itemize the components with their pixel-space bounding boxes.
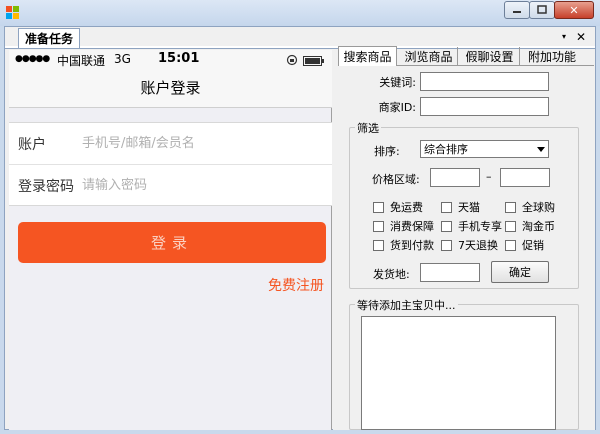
checkbox-box[interactable] bbox=[373, 201, 384, 213]
ship-from-input[interactable] bbox=[420, 263, 480, 282]
status-time: 15:01 bbox=[158, 51, 200, 66]
tab-label: 假聊设置 bbox=[465, 49, 514, 64]
filter-legend: 筛选 bbox=[355, 120, 381, 136]
tab-fake-chat-settings[interactable]: 假聊设置 bbox=[460, 47, 520, 65]
checkbox-taojinbi[interactable]: 淘金币 bbox=[505, 218, 555, 234]
checkbox-label: 手机专享 bbox=[458, 220, 502, 233]
checkbox-label: 7天退换 bbox=[458, 239, 498, 252]
maximize-icon bbox=[537, 5, 547, 14]
checkbox-tmall[interactable]: 天猫 bbox=[441, 199, 480, 215]
checkbox-box[interactable] bbox=[441, 239, 452, 251]
password-input[interactable] bbox=[82, 174, 322, 196]
tab-label: 附加功能 bbox=[527, 49, 576, 64]
account-label: 账户 bbox=[18, 137, 46, 153]
checkbox-7day-return[interactable]: 7天退换 bbox=[441, 237, 498, 253]
keyword-label: 关键词: bbox=[379, 76, 416, 89]
checkbox-mobile-exclusive[interactable]: 手机专享 bbox=[441, 218, 502, 234]
waiting-list[interactable] bbox=[361, 316, 556, 430]
account-input[interactable] bbox=[82, 132, 322, 154]
checkbox-label: 促销 bbox=[522, 239, 544, 252]
checkbox-box[interactable] bbox=[505, 220, 516, 232]
tab-browse-products[interactable]: 浏览商品 bbox=[400, 47, 458, 65]
tab-extra-features[interactable]: 附加功能 bbox=[522, 47, 582, 65]
document-menu-icon[interactable]: ▾ bbox=[562, 32, 574, 42]
checkbox-promotion[interactable]: 促销 bbox=[505, 237, 544, 253]
checkbox-box[interactable] bbox=[505, 239, 516, 251]
checkbox-box[interactable] bbox=[441, 220, 452, 232]
password-label: 登录密码 bbox=[18, 179, 74, 195]
carrier-name: 中国联通 bbox=[57, 54, 106, 68]
checkbox-box[interactable] bbox=[373, 220, 384, 232]
checkbox-box[interactable] bbox=[441, 201, 452, 213]
checkbox-box[interactable] bbox=[373, 239, 384, 251]
confirm-button-label: 确定 bbox=[509, 266, 531, 279]
checkbox-label: 天猫 bbox=[458, 201, 480, 214]
signal-strength-icon: ●●●●● bbox=[15, 54, 50, 64]
keyword-input[interactable] bbox=[420, 72, 549, 91]
checkbox-label: 淘金币 bbox=[522, 220, 555, 233]
shop-id-input[interactable] bbox=[420, 97, 549, 116]
price-max-input[interactable] bbox=[500, 168, 550, 187]
minimize-icon bbox=[513, 11, 521, 13]
checkbox-label: 货到付款 bbox=[390, 239, 434, 252]
checkbox-free-shipping[interactable]: 免运费 bbox=[373, 199, 423, 215]
tab-label: 准备任务 bbox=[24, 32, 73, 46]
login-button[interactable]: 登录 bbox=[18, 222, 326, 263]
ship-from-label: 发货地: bbox=[373, 268, 410, 281]
document-close-icon[interactable]: ✕ bbox=[576, 30, 590, 44]
price-range-label: 价格区域: bbox=[372, 173, 420, 186]
checkbox-label: 免运费 bbox=[390, 201, 423, 214]
sort-selected-value: 综合排序 bbox=[424, 143, 468, 156]
tab-search-products[interactable]: 搜索商品 bbox=[338, 46, 397, 66]
checkbox-global[interactable]: 全球购 bbox=[505, 199, 555, 215]
form-divider bbox=[9, 164, 332, 165]
network-type: 3G bbox=[114, 52, 131, 66]
waiting-legend: 等待添加主宝贝中... bbox=[355, 297, 458, 313]
register-link[interactable]: 免费注册 bbox=[268, 275, 324, 295]
close-window-button[interactable]: ✕ bbox=[554, 1, 594, 19]
tab-prepare-task[interactable]: 准备任务 bbox=[18, 28, 80, 48]
minimize-button[interactable] bbox=[504, 1, 530, 19]
tab-label: 浏览商品 bbox=[404, 49, 453, 64]
checkbox-label: 消费保障 bbox=[390, 220, 434, 233]
app-icon bbox=[6, 6, 20, 20]
login-button-label: 登录 bbox=[150, 234, 193, 252]
maximize-button[interactable] bbox=[529, 1, 555, 19]
chevron-down-icon[interactable] bbox=[534, 142, 547, 156]
checkbox-cash-on-delivery[interactable]: 货到付款 bbox=[373, 237, 434, 253]
tab-label: 搜索商品 bbox=[343, 50, 392, 64]
price-range-dash: – bbox=[486, 170, 492, 183]
checkbox-consumer-protection[interactable]: 消费保障 bbox=[373, 218, 434, 234]
checkbox-label: 全球购 bbox=[522, 201, 555, 214]
checkbox-box[interactable] bbox=[505, 201, 516, 213]
sort-label: 排序: bbox=[374, 145, 400, 158]
page-title: 账户登录 bbox=[140, 79, 201, 97]
confirm-button[interactable]: 确定 bbox=[491, 261, 549, 283]
close-icon: ✕ bbox=[569, 3, 579, 17]
battery-icon bbox=[303, 55, 325, 66]
rotation-lock-icon bbox=[286, 54, 298, 66]
shop-id-label: 商家ID: bbox=[378, 101, 416, 114]
price-min-input[interactable] bbox=[430, 168, 480, 187]
sort-select[interactable]: 综合排序 bbox=[420, 140, 549, 158]
